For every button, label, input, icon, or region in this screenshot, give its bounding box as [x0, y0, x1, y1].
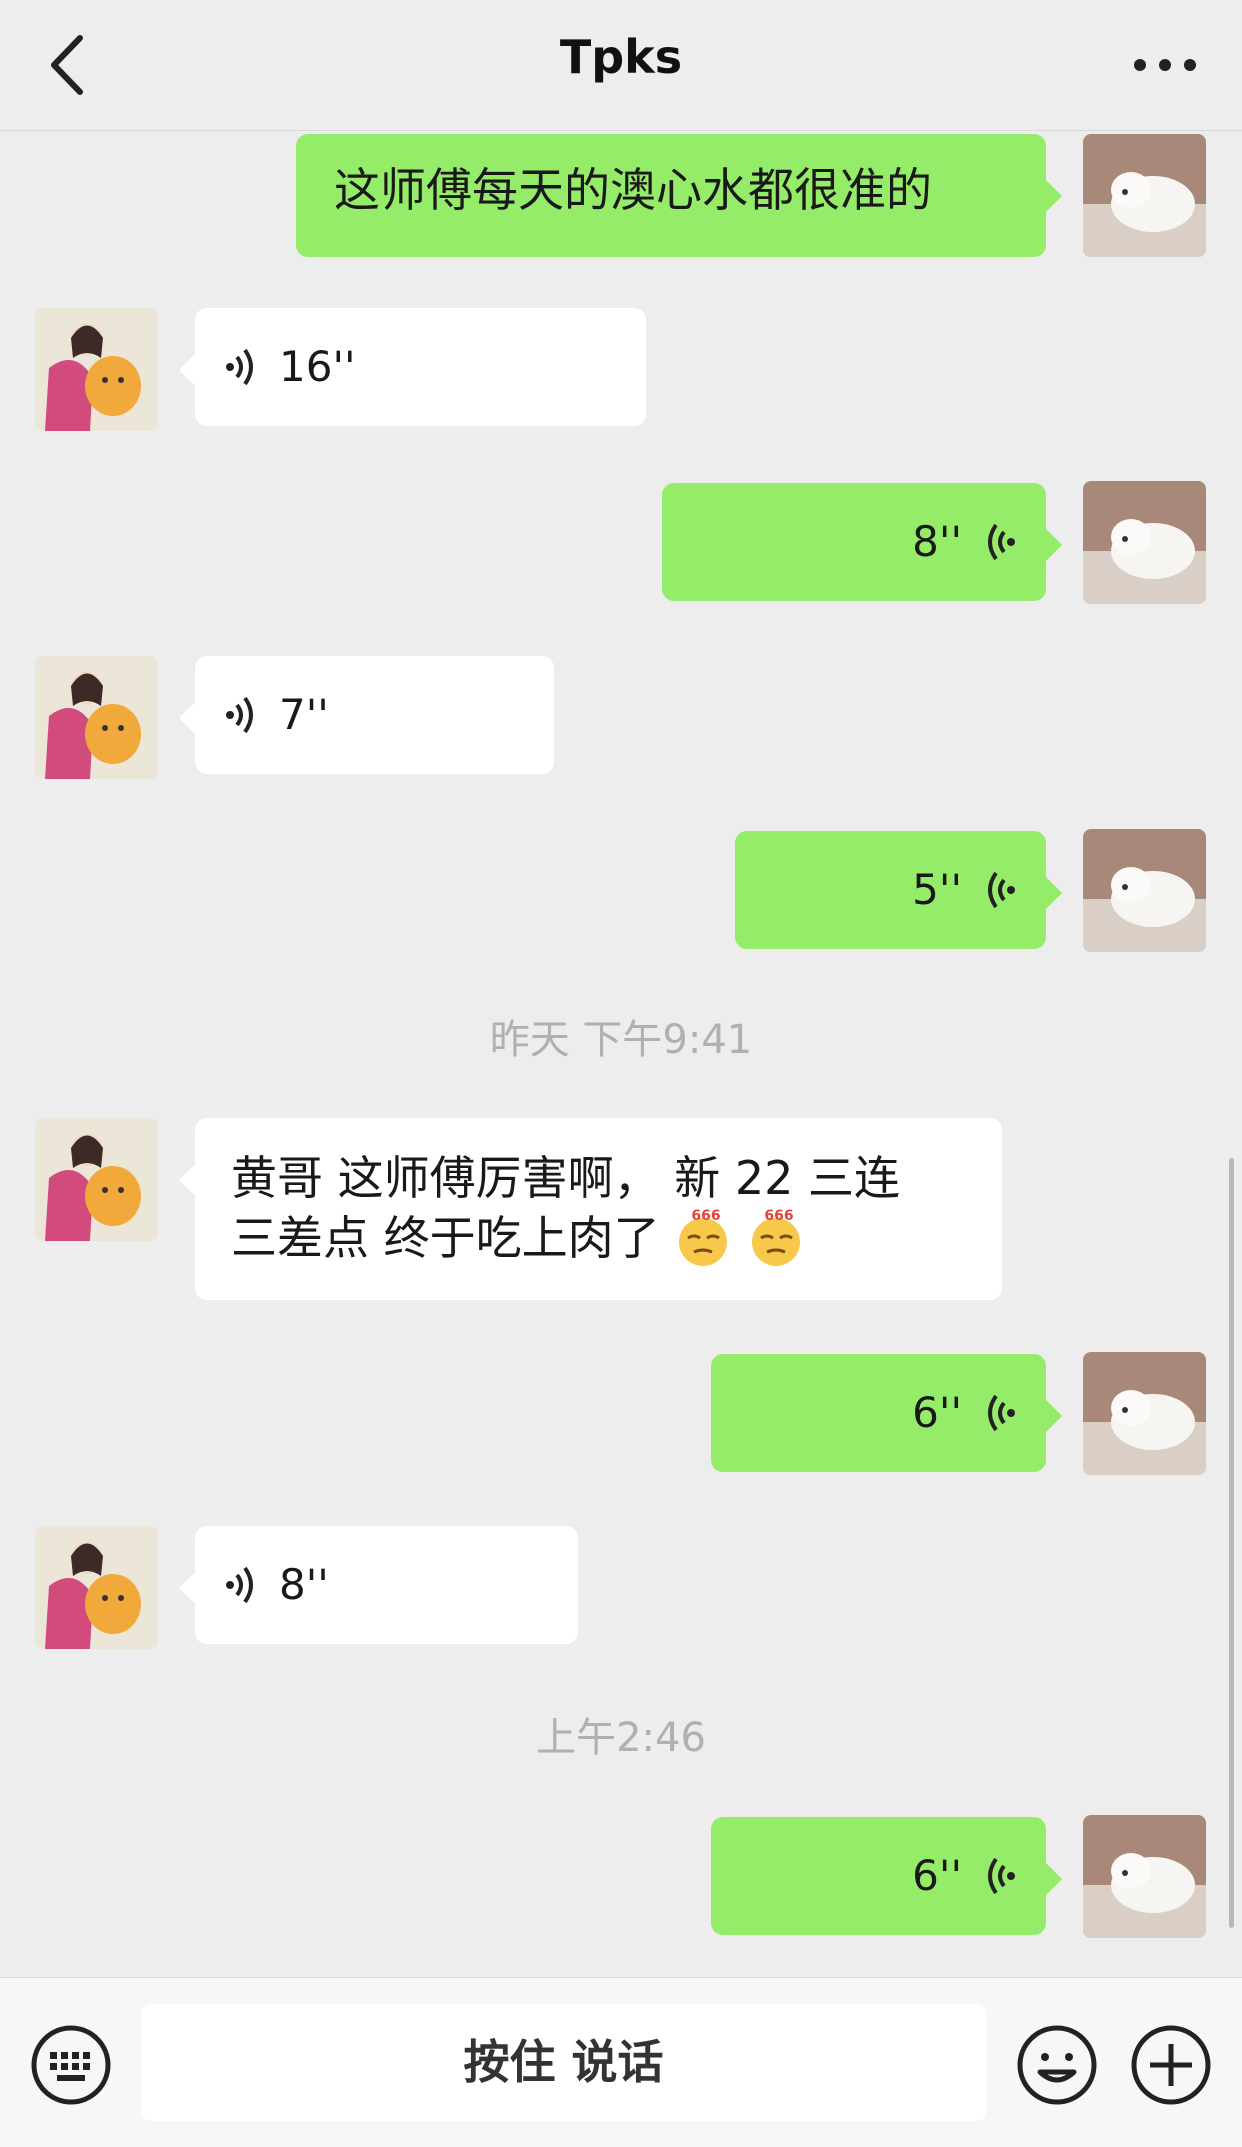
chat-title: Tpks: [559, 30, 683, 84]
my-avatar[interactable]: [1083, 1352, 1206, 1475]
contact-avatar[interactable]: [35, 656, 158, 779]
message-row: 6'': [0, 1352, 1242, 1475]
voice-duration: 8'': [912, 517, 962, 566]
message-row: 7'': [0, 656, 1242, 779]
outgoing-voice-bubble[interactable]: 8'': [662, 483, 1062, 601]
emoji-label: 666: [764, 1208, 793, 1224]
timestamp: 昨天 下午9:41: [489, 1017, 753, 1063]
more-dots-icon[interactable]: [1130, 40, 1200, 90]
voice-duration: 8'': [279, 1560, 329, 1609]
voice-duration: 5'': [912, 865, 962, 914]
my-avatar[interactable]: [1083, 829, 1206, 952]
message-text-line-2: 三差点 终于吃上肉了 666 666: [231, 1208, 966, 1268]
message-list[interactable]: 这师傅每天的澳心水都很准的 16'' 8'' 7'' 5'' 昨天 下午9:41…: [0, 131, 1242, 1976]
voice-wave-icon: [988, 1857, 1015, 1895]
outgoing-voice-bubble[interactable]: 6'': [711, 1817, 1062, 1935]
voice-duration: 16'': [279, 342, 356, 391]
scrollbar[interactable]: [1229, 1158, 1234, 1928]
message-text: 这师傅每天的澳心水都很准的: [334, 163, 932, 217]
hold-to-talk-button[interactable]: 按住 说话: [141, 2004, 986, 2121]
timestamp: 上午2:46: [536, 1715, 706, 1761]
voice-duration: 6'': [912, 1851, 962, 1900]
input-bar: 按住 说话: [0, 1977, 1242, 2147]
keyboard-icon[interactable]: [30, 2024, 112, 2106]
message-row: 5'': [0, 829, 1242, 952]
message-row: 8'': [0, 1526, 1242, 1649]
smiley-icon[interactable]: [1016, 2024, 1098, 2106]
my-avatar[interactable]: [1083, 1815, 1206, 1938]
voice-wave-icon: [226, 348, 253, 386]
my-avatar[interactable]: [1083, 134, 1206, 257]
message-row: 这师傅每天的澳心水都很准的: [0, 134, 1242, 257]
emoji-label: 666: [692, 1208, 721, 1224]
message-text-line: 黄哥 这师傅厉害啊， 新 22 三连: [231, 1151, 901, 1205]
message-row: 16'': [0, 308, 1242, 431]
voice-duration: 6'': [912, 1388, 962, 1437]
message-text-line: 三差点 终于吃上肉了: [231, 1211, 660, 1265]
message-row: 黄哥 这师傅厉害啊， 新 22 三连 三差点 终于吃上肉了 666 666: [0, 1118, 1242, 1303]
incoming-voice-bubble[interactable]: 7'': [179, 656, 554, 774]
incoming-voice-bubble[interactable]: 16'': [179, 308, 646, 426]
voice-wave-icon: [226, 1566, 253, 1604]
voice-wave-icon: [988, 1394, 1015, 1432]
contact-avatar[interactable]: [35, 308, 158, 431]
plus-icon[interactable]: [1130, 2024, 1212, 2106]
voice-wave-icon: [988, 523, 1015, 561]
chat-header: Tpks: [0, 0, 1242, 131]
message-row: 8'': [0, 481, 1242, 604]
666-emoji: 666: [679, 1208, 728, 1266]
666-emoji: 666: [751, 1208, 800, 1266]
message-row: 6'': [0, 1815, 1242, 1938]
outgoing-text-bubble[interactable]: 这师傅每天的澳心水都很准的: [296, 134, 1062, 257]
voice-wave-icon: [226, 696, 253, 734]
contact-avatar[interactable]: [35, 1526, 158, 1649]
incoming-voice-bubble[interactable]: 8'': [179, 1526, 578, 1644]
my-avatar[interactable]: [1083, 481, 1206, 604]
outgoing-voice-bubble[interactable]: 5'': [735, 831, 1062, 949]
incoming-text-bubble[interactable]: 黄哥 这师傅厉害啊， 新 22 三连 三差点 终于吃上肉了 666 666: [179, 1118, 1002, 1300]
voice-duration: 7'': [279, 690, 329, 739]
voice-wave-icon: [988, 871, 1015, 909]
contact-avatar[interactable]: [35, 1118, 158, 1241]
outgoing-voice-bubble[interactable]: 6'': [711, 1354, 1062, 1472]
